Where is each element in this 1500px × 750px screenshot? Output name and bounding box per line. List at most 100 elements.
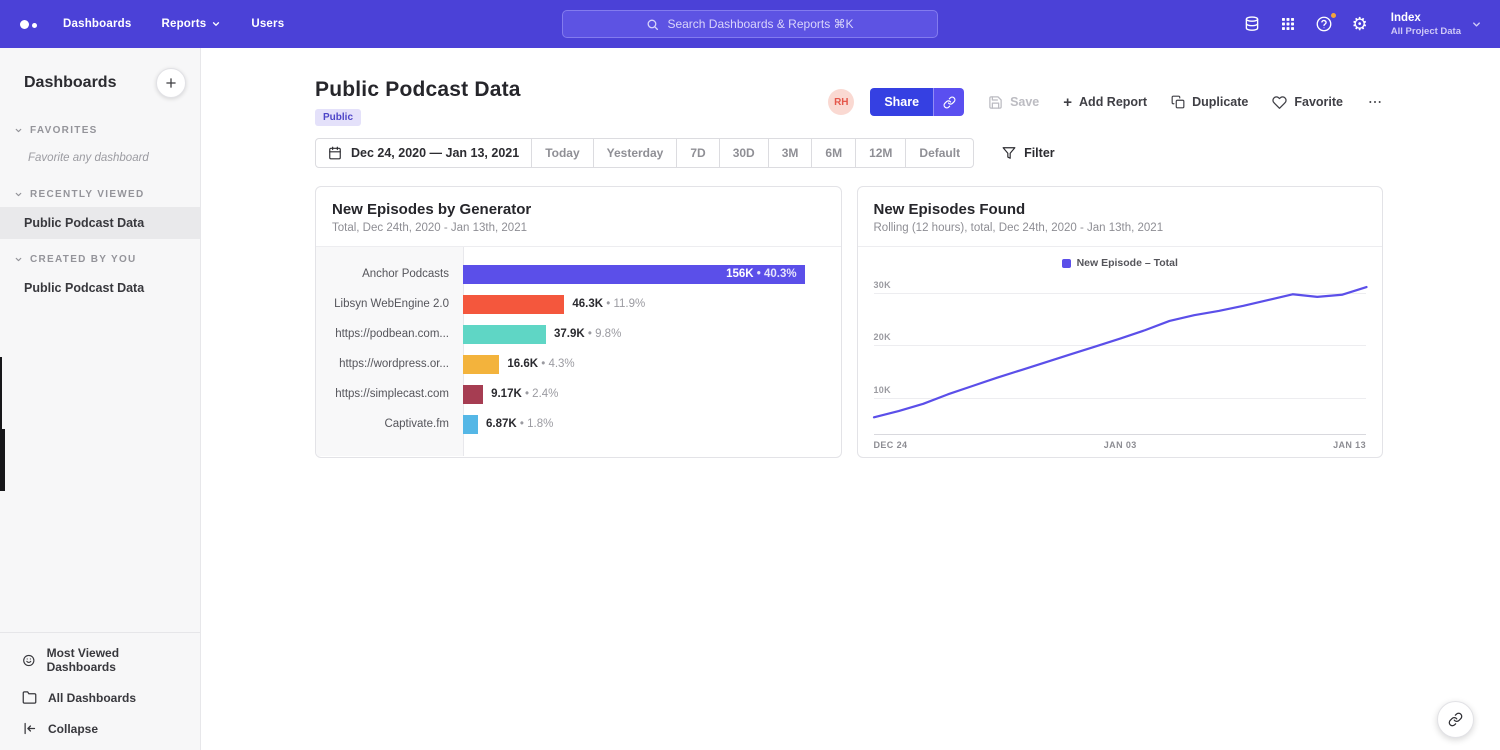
chart-title[interactable]: New Episodes by Generator xyxy=(332,201,825,218)
more-options-button[interactable] xyxy=(1367,95,1383,109)
section-recently-viewed-header[interactable]: RECENTLY VIEWED xyxy=(0,182,200,207)
date-preset-30d[interactable]: 30D xyxy=(719,139,768,167)
favorite-label: Favorite xyxy=(1294,95,1343,109)
all-dashboards-button[interactable]: All Dashboards xyxy=(0,682,200,713)
section-label: FAVORITES xyxy=(30,125,98,136)
navbar-right: ⚙ Index All Project Data xyxy=(1243,12,1482,37)
bar-value-label: 46.3K • 11.9% xyxy=(572,298,645,310)
database-icon xyxy=(1243,15,1261,33)
bar-chart-rows: Anchor Podcasts 156K • 40.3% Libsyn WebEng… xyxy=(316,247,841,439)
share-button[interactable]: Share xyxy=(870,88,933,116)
add-report-button[interactable]: + Add Report xyxy=(1063,95,1147,110)
line-plot: 10K20K30K xyxy=(874,275,1367,435)
header-actions: RH Share Save + Add Report xyxy=(828,88,1383,116)
date-preset-default[interactable]: Default xyxy=(905,139,973,167)
bar-category-label[interactable]: Anchor Podcasts xyxy=(316,268,463,280)
settings-button[interactable]: ⚙ xyxy=(1352,15,1368,33)
section-favorites-header[interactable]: FAVORITES xyxy=(0,118,200,143)
filter-label: Filter xyxy=(1024,146,1055,160)
data-management-button[interactable] xyxy=(1243,15,1261,33)
mixpanel-logo[interactable] xyxy=(20,20,37,29)
dashboard-header: Public Podcast Data Public RH Share Save xyxy=(315,78,1383,126)
chevron-down-icon xyxy=(14,190,23,199)
duplicate-button[interactable]: Duplicate xyxy=(1171,95,1248,109)
collapse-sidebar-button[interactable]: Collapse xyxy=(0,713,200,744)
bar-segment[interactable]: 156K • 40.3% xyxy=(463,265,805,284)
date-preset-12m[interactable]: 12M xyxy=(855,139,905,167)
chevron-down-icon xyxy=(14,255,23,264)
folder-icon xyxy=(22,690,37,705)
date-controls: Dec 24, 2020 — Jan 13, 2021 TodayYesterd… xyxy=(315,138,974,168)
nav-reports[interactable]: Reports xyxy=(161,18,221,30)
bar-segment[interactable] xyxy=(463,295,564,314)
gear-icon: ⚙ xyxy=(1352,15,1368,33)
save-button[interactable]: Save xyxy=(988,95,1039,110)
section-favorites: FAVORITES Favorite any dashboard xyxy=(0,118,200,174)
main-content: Public Podcast Data Public RH Share Save xyxy=(201,48,1500,750)
bar-track: 9.17K • 2.4% xyxy=(463,385,827,404)
date-preset-3m[interactable]: 3M xyxy=(768,139,812,167)
save-label: Save xyxy=(1010,95,1039,109)
plus-icon xyxy=(164,76,178,90)
bar-category-label[interactable]: https://podbean.com... xyxy=(316,328,463,340)
bar-segment[interactable] xyxy=(463,325,546,344)
logo-dot xyxy=(32,23,37,28)
help-button[interactable] xyxy=(1315,15,1333,33)
sidebar-item-public-podcast-data[interactable]: Public Podcast Data xyxy=(0,207,200,239)
sidebar-item-public-podcast-data-created[interactable]: Public Podcast Data xyxy=(0,272,200,304)
bar-category-label[interactable]: https://simplecast.com xyxy=(316,388,463,400)
filter-button[interactable]: Filter xyxy=(1002,146,1055,160)
bar-row: Captivate.fm 6.87K • 1.8% xyxy=(316,409,841,439)
x-axis: DEC 24 JAN 03 JAN 13 xyxy=(874,440,1367,450)
chart-subtitle: Rolling (12 hours), total, Dec 24th, 202… xyxy=(874,222,1367,234)
bar-category-label[interactable]: https://wordpress.or... xyxy=(316,358,463,370)
add-dashboard-button[interactable] xyxy=(156,68,186,98)
bar-row: Libsyn WebEngine 2.0 46.3K • 11.9% xyxy=(316,289,841,319)
logo-dot xyxy=(20,20,29,29)
all-dashboards-label: All Dashboards xyxy=(48,691,136,705)
bar-category-label[interactable]: Captivate.fm xyxy=(316,418,463,430)
date-preset-7d[interactable]: 7D xyxy=(676,139,718,167)
section-created-by-you-header[interactable]: CREATED BY YOU xyxy=(0,247,200,272)
card-header: New Episodes Found Rolling (12 hours), t… xyxy=(858,187,1383,247)
app-root: Dashboards Reports Users Search Dashboar… xyxy=(0,0,1500,750)
date-preset-6m[interactable]: 6M xyxy=(811,139,855,167)
funnel-icon xyxy=(1002,146,1016,160)
link-icon xyxy=(1448,712,1463,727)
bar-segment[interactable] xyxy=(463,355,499,374)
bar-category-label[interactable]: Libsyn WebEngine 2.0 xyxy=(316,298,463,310)
share-link-button[interactable] xyxy=(933,88,964,116)
bar-segment[interactable] xyxy=(463,415,478,434)
public-badge: Public xyxy=(315,109,361,126)
bar-value-label: 156K • 40.3% xyxy=(726,268,805,280)
favorite-button[interactable]: Favorite xyxy=(1272,95,1343,110)
bar-chart: Anchor Podcasts 156K • 40.3% Libsyn WebEng… xyxy=(316,247,841,456)
nav-users[interactable]: Users xyxy=(251,18,284,30)
share-link-fab[interactable] xyxy=(1437,701,1474,738)
page-title: Public Podcast Data xyxy=(315,78,521,102)
date-range-picker[interactable]: Dec 24, 2020 — Jan 13, 2021 xyxy=(316,139,531,167)
legend-swatch xyxy=(1062,259,1071,268)
notification-badge xyxy=(1330,12,1337,19)
nav-dashboards[interactable]: Dashboards xyxy=(63,18,131,30)
navbar-left: Dashboards Reports Users xyxy=(20,18,314,30)
share-button-group: Share xyxy=(870,88,964,116)
bar-row: https://simplecast.com9.17K • 2.4% xyxy=(316,379,841,409)
project-switcher[interactable]: Index All Project Data xyxy=(1391,12,1482,37)
bar-value-label: 6.87K • 1.8% xyxy=(486,418,553,430)
date-preset-yesterday[interactable]: Yesterday xyxy=(593,139,677,167)
most-viewed-dashboards-button[interactable]: Most Viewed Dashboards xyxy=(0,638,200,682)
bar-track: 46.3K • 11.9% xyxy=(463,295,827,314)
bar-value-label: 37.9K • 9.8% xyxy=(554,328,621,340)
date-preset-today[interactable]: Today xyxy=(531,139,592,167)
duplicate-label: Duplicate xyxy=(1192,95,1248,109)
avatar[interactable]: RH xyxy=(828,89,854,115)
chevron-down-icon xyxy=(1471,19,1482,30)
bar-track: 156K • 40.3% xyxy=(463,265,827,284)
search-input[interactable]: Search Dashboards & Reports ⌘K xyxy=(562,10,938,38)
apps-grid-button[interactable] xyxy=(1280,16,1296,32)
chart-title[interactable]: New Episodes Found xyxy=(874,201,1367,218)
section-recently-viewed: RECENTLY VIEWED Public Podcast Data xyxy=(0,182,200,239)
bar-segment[interactable] xyxy=(463,385,483,404)
chevron-down-icon xyxy=(211,19,221,29)
